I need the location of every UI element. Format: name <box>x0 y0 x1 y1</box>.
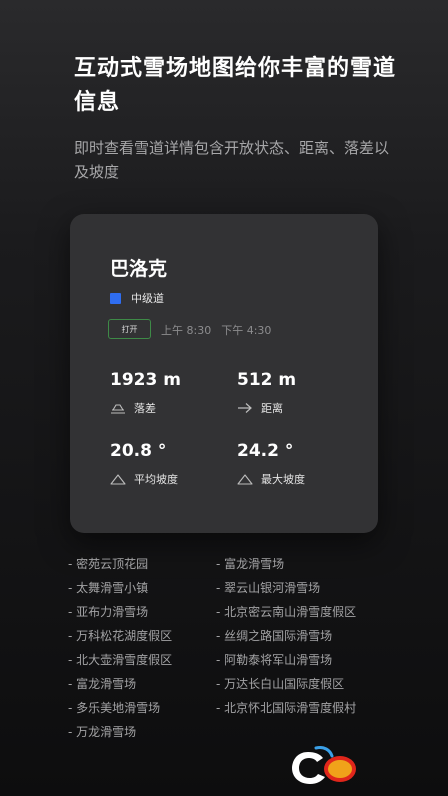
slope-icon <box>110 473 126 485</box>
stat-label: 距离 <box>261 402 283 415</box>
trail-info-card[interactable]: 巴洛克 中级道 打开 上午 8:30 下午 4:30 1923 m 落差 512 … <box>70 214 378 533</box>
difficulty-color-square <box>110 292 121 304</box>
trail-name: 巴洛克 <box>110 258 168 280</box>
list-item: - 北大壶滑雪度假区 <box>68 653 173 667</box>
subheadline: 即时查看雪道详情包含开放状态、距离、落差以及坡度 <box>74 139 390 181</box>
list-item: - 太舞滑雪小镇 <box>68 581 149 595</box>
watermark-logo <box>290 744 442 788</box>
list-item: - 万龙滑雪场 <box>68 725 137 739</box>
stat-value: 512 m <box>237 370 297 390</box>
arrow-right-icon <box>237 402 253 414</box>
resort-list-right: - 富龙滑雪场 - 翠云山银河滑雪场 - 北京密云南山滑雪度假区 - 丝绸之路国… <box>216 552 356 720</box>
list-item: - 亚布力滑雪场 <box>68 605 149 619</box>
close-time: 下午 4:30 <box>221 324 272 337</box>
list-item: - 翠云山银河滑雪场 <box>216 581 321 595</box>
stat-label: 落差 <box>134 402 156 415</box>
list-item: - 富龙滑雪场 <box>216 557 285 571</box>
list-item: - 多乐美地滑雪场 <box>68 701 161 715</box>
list-item: - 密苑云顶花园 <box>68 557 149 571</box>
stat-value: 1923 m <box>110 370 181 390</box>
list-item: - 万达长白山国际度假区 <box>216 677 345 691</box>
stat-value: 20.8 ° <box>110 441 167 461</box>
stat-label: 最大坡度 <box>261 473 305 486</box>
list-item: - 富龙滑雪场 <box>68 677 137 691</box>
status-badge: 打开 <box>108 319 151 339</box>
list-item: - 北京密云南山滑雪度假区 <box>216 605 357 619</box>
slope-icon <box>237 473 253 485</box>
stat-vertical-drop: 1923 m 落差 <box>110 370 181 416</box>
stat-distance: 512 m 距离 <box>237 370 296 416</box>
list-item: - 丝绸之路国际滑雪场 <box>216 629 333 643</box>
elevation-icon <box>110 402 126 414</box>
resort-list-left: - 密苑云顶花园 - 太舞滑雪小镇 - 亚布力滑雪场 - 万科松花湖度假区 - … <box>68 552 172 744</box>
list-item: - 阿勒泰将军山滑雪场 <box>216 653 333 667</box>
open-time: 上午 8:30 <box>161 324 212 337</box>
list-item: - 万科松花湖度假区 <box>68 629 173 643</box>
stat-value: 24.2 ° <box>237 441 294 461</box>
stat-label: 平均坡度 <box>134 473 178 486</box>
stat-average-slope: 20.8 ° 平均坡度 <box>110 441 178 487</box>
opening-hours: 上午 8:30 下午 4:30 <box>161 322 271 338</box>
difficulty-label: 中级道 <box>131 292 164 305</box>
headline: 互动式雪场地图给你丰富的雪道信息 <box>74 56 397 115</box>
stat-max-slope: 24.2 ° 最大坡度 <box>237 441 305 487</box>
difficulty-row: 中级道 <box>110 290 164 306</box>
list-item: - 北京怀北国际滑雪度假村 <box>216 701 357 715</box>
